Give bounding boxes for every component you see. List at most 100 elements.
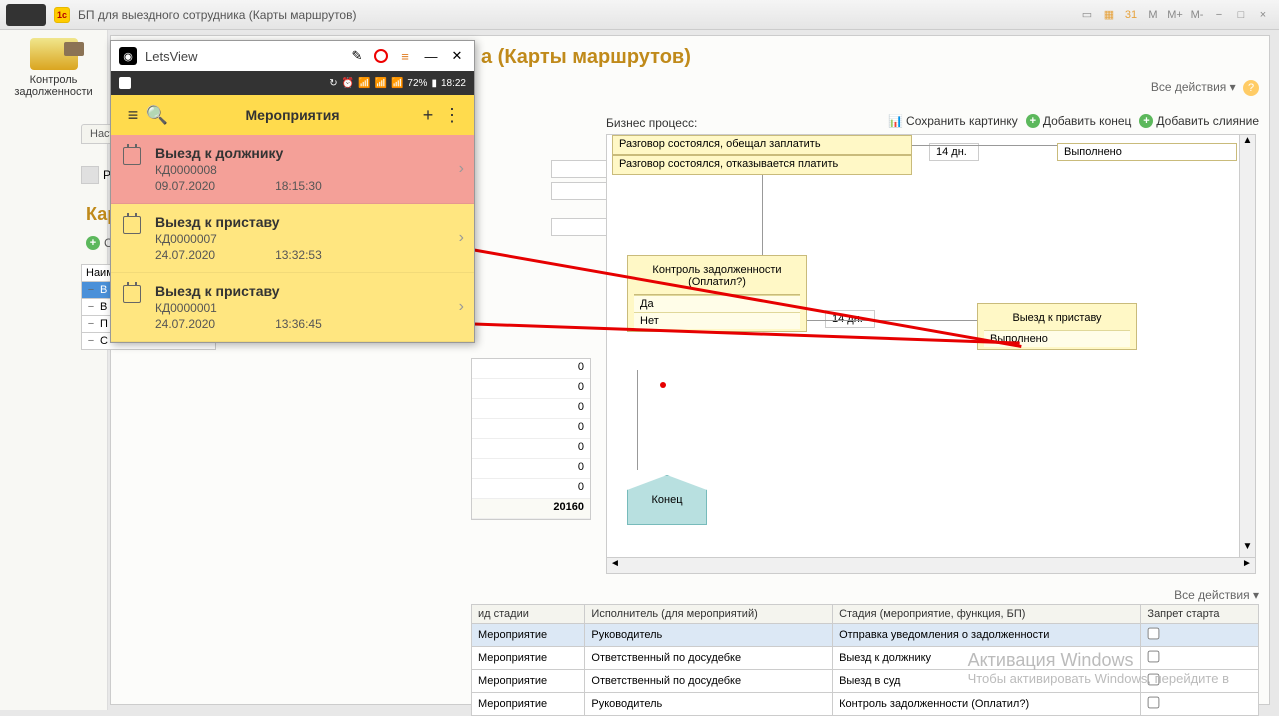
chevron-right-icon: › [459,160,464,178]
control-debts-button[interactable]: Контроль задолженности [4,34,103,102]
flowchart-canvas[interactable]: Разговор состоялся, обещал заплатить Раз… [606,134,1256,574]
col-stage-type[interactable]: ид стадии [472,605,585,624]
num-cell: 0 [472,399,590,419]
flow-connector [762,175,763,255]
signal-icon: 📶 [375,78,387,89]
status-time: 18:22 [441,78,466,89]
flow-connector [637,370,638,470]
bottom-table: Все действия ▾ ид стадии Исполнитель (дл… [471,588,1259,716]
biz-toolbar: 📊Сохранить картинку +Добавить конец +Доб… [888,114,1259,128]
chart-icon: 📊 [888,114,903,128]
titlebar-maximize[interactable]: □ [1231,6,1251,24]
titlebar-calc-icon[interactable]: ▦ [1099,6,1119,24]
col-stage[interactable]: Стадия (мероприятие, функция, БП) [833,605,1141,624]
add-end-button[interactable]: +Добавить конец [1026,114,1132,128]
window-title: БП для выездного сотрудника (Карты маршр… [78,8,356,22]
table-row[interactable]: МероприятиеРуководительКонтроль задолжен… [472,693,1259,716]
horizontal-scrollbar[interactable]: ◄ ► [607,557,1255,573]
all-actions-dropdown[interactable]: Все действия ▾ [471,588,1259,604]
page-icon[interactable] [81,166,99,184]
money-icon [30,38,78,70]
num-cell: 0 [472,439,590,459]
table-row[interactable]: МероприятиеОтветственный по досудебкеВые… [472,670,1259,693]
page-icon-row: Р [81,166,111,184]
flow-node-talk-pay[interactable]: Разговор состоялся, обещал заплатить [612,135,912,155]
all-actions-dropdown[interactable]: Все действия ▾ ? [1151,80,1259,96]
title-right-icons: ▭ ▦ 31 M M+ M- − □ × [1077,6,1273,24]
calendar-icon [123,147,141,165]
table-row[interactable]: МероприятиеРуководительОтправка уведомле… [472,624,1259,647]
save-picture-button[interactable]: 📊Сохранить картинку [888,114,1018,128]
col-executor[interactable]: Исполнитель (для мероприятий) [585,605,833,624]
status-checkbox-icon [119,77,131,89]
minimize-button[interactable]: — [422,47,440,65]
flow-node-end[interactable]: Конец [627,475,707,525]
plus-icon: + [1026,114,1040,128]
add-icon[interactable]: + [416,105,440,126]
list-item[interactable]: Выезд к приставу КД0000001 24.07.202013:… [111,273,474,342]
flow-node-done[interactable]: Выполнено [1057,143,1237,161]
number-column: 0 0 0 0 0 0 0 20160 [471,358,591,520]
battery-percent: 72% [407,78,427,89]
window-titlebar: 1c БП для выездного сотрудника (Карты ма… [0,0,1279,30]
scanner-icon [6,4,46,26]
page-title: а (Карты маршрутов) [481,46,691,69]
letsview-titlebar[interactable]: ◉ LetsView ✎ ≡ — ✕ [111,41,474,71]
num-cell: 0 [472,419,590,439]
num-cell: 0 [472,459,590,479]
titlebar-book-icon[interactable]: ▭ [1077,6,1097,24]
titlebar-close[interactable]: × [1253,6,1273,24]
scroll-left[interactable]: ◄ [607,558,623,573]
plus-icon: + [1139,114,1153,128]
list-item[interactable]: Выезд к приставу КД0000007 24.07.202013:… [111,204,474,273]
calendar-icon [123,216,141,234]
titlebar-mminus[interactable]: M- [1187,6,1207,24]
block-start-checkbox[interactable] [1148,674,1160,686]
block-start-checkbox[interactable] [1148,697,1160,709]
battery-icon: ▮ [431,78,437,89]
hamburger-icon[interactable]: ≡ [121,105,145,126]
block-start-checkbox[interactable] [1148,651,1160,663]
num-cell: 0 [472,379,590,399]
scroll-down[interactable]: ▼ [1240,541,1255,557]
letsview-icon: ◉ [119,47,137,65]
phone-status-bar: ↻ ⏰ 📶 📶 📶 72% ▮ 18:22 [111,71,474,95]
vertical-scrollbar[interactable]: ▲ ▼ [1239,135,1255,557]
chevron-right-icon: › [459,298,464,316]
record-icon[interactable] [374,49,388,63]
letsview-title: LetsView [145,49,340,64]
flow-node-talk-refuse[interactable]: Разговор состоялся, отказывается платить [612,155,912,175]
block-start-checkbox[interactable] [1148,628,1160,640]
help-icon[interactable]: ? [1243,80,1259,96]
more-icon[interactable]: ⋮ [440,105,464,126]
brush-icon[interactable]: ✎ [348,47,366,65]
table-row[interactable]: МероприятиеОтветственный по досудебкеВые… [472,647,1259,670]
onec-icon: 1c [54,7,70,23]
num-total: 20160 [472,499,590,519]
calendar-icon [123,285,141,303]
search-icon[interactable]: 🔍 [145,105,169,126]
close-button[interactable]: ✕ [448,47,466,65]
add-merge-button[interactable]: +Добавить слияние [1139,114,1259,128]
num-cell: 0 [472,359,590,379]
scroll-right[interactable]: ► [1239,558,1255,573]
titlebar-mplus[interactable]: M+ [1165,6,1185,24]
plus-icon: + [86,236,100,250]
annotation-dot [660,382,666,388]
app-header: ≡ 🔍 Мероприятия + ⋮ [111,95,474,135]
titlebar-m[interactable]: M [1143,6,1163,24]
flow-connector [807,320,977,321]
flow-connector [912,145,1057,146]
num-cell: 0 [472,479,590,499]
app-title: Мероприятия [169,107,416,123]
col-block-start[interactable]: Запрет старта [1141,605,1259,624]
letsview-window: ◉ LetsView ✎ ≡ — ✕ ↻ ⏰ 📶 📶 📶 72% ▮ 18:22… [110,40,475,343]
flow-option-no[interactable]: Нет [634,312,800,329]
list-item[interactable]: Выезд к должнику КД0000008 09.07.202018:… [111,135,474,204]
alarm-icon: ⏰ [342,78,354,89]
settings-lines-icon[interactable]: ≡ [396,47,414,65]
scroll-up[interactable]: ▲ [1240,135,1255,151]
biz-process-label: Бизнес процесс: [606,116,697,130]
titlebar-minimize[interactable]: − [1209,6,1229,24]
titlebar-calendar-icon[interactable]: 31 [1121,6,1141,24]
